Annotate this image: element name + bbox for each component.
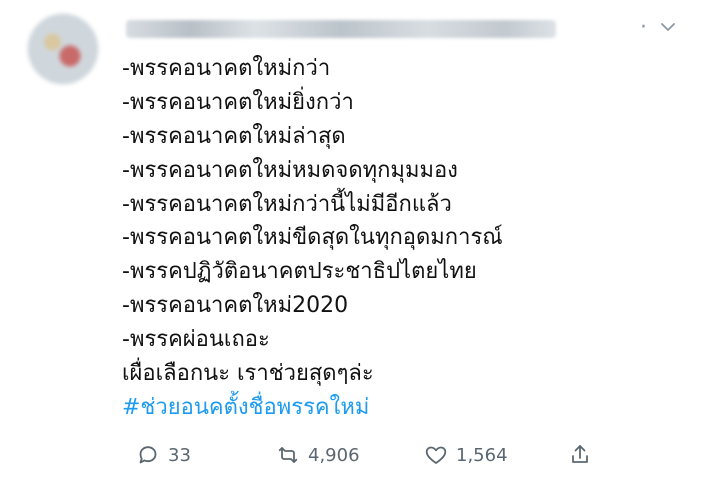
- tweet-line-6: -พรรคอนาคตใหม่ขีดสุดในทุกอุดมการณ์: [122, 225, 503, 251]
- tweet-line-9: -พรรคผ่อนเถอะ: [122, 327, 270, 353]
- blurred-avatar[interactable]: [28, 14, 98, 84]
- tweet-line-7: -พรรคปฏิวัติอนาคตประชาธิปไตยไทย: [122, 259, 477, 285]
- hashtag-link[interactable]: #ช่วยอนคตั้งชื่อพรรคใหม่: [122, 391, 692, 425]
- like-count: 1,564: [456, 444, 508, 466]
- blurred-user-name[interactable]: [126, 20, 556, 38]
- header-separator-dot: ·: [640, 15, 647, 40]
- share-button[interactable]: [568, 441, 592, 469]
- reply-count: 33: [168, 444, 191, 466]
- tweet-actions: 33 4,906 1,564: [136, 441, 606, 469]
- tweet-line-4: -พรรคอนาคตใหม่หมดจดทุกมุมมอง: [122, 157, 458, 183]
- tweet-text: -พรรคอนาคตใหม่กว่า -พรรคอนาคตใหม่ยิ่งกว่…: [122, 52, 692, 425]
- retweet-count: 4,906: [308, 444, 360, 466]
- tweet-line-2: -พรรคอนาคตใหม่ยิ่งกว่า: [122, 89, 354, 115]
- tweet-line-3: -พรรคอนาคตใหม่ล่าสุด: [122, 123, 346, 149]
- like-button[interactable]: 1,564: [424, 441, 508, 469]
- tweet-line-8: -พรรคอนาคตใหม่2020: [122, 293, 349, 319]
- share-icon: [572, 445, 588, 463]
- chevron-down-icon[interactable]: [660, 21, 676, 33]
- tweet-line-1: -พรรคอนาคตใหม่กว่า: [122, 56, 331, 81]
- reply-button[interactable]: 33: [136, 441, 191, 469]
- tweet-line-5: -พรรคอนาคตใหม่กว่านี้ไม่มีอีกแล้ว: [122, 191, 452, 217]
- tweet-card: · -พรรคอนาคตใหม่กว่า -พรรคอนาคตใหม่ยิ่งก…: [0, 0, 712, 486]
- retweet-icon: [278, 447, 298, 463]
- reply-icon: [139, 446, 157, 464]
- tweet-line-10: เผื่อเลือกนะ เราช่วยสุดๆล่ะ: [122, 361, 374, 387]
- heart-icon: [425, 446, 447, 464]
- retweet-button[interactable]: 4,906: [276, 441, 360, 469]
